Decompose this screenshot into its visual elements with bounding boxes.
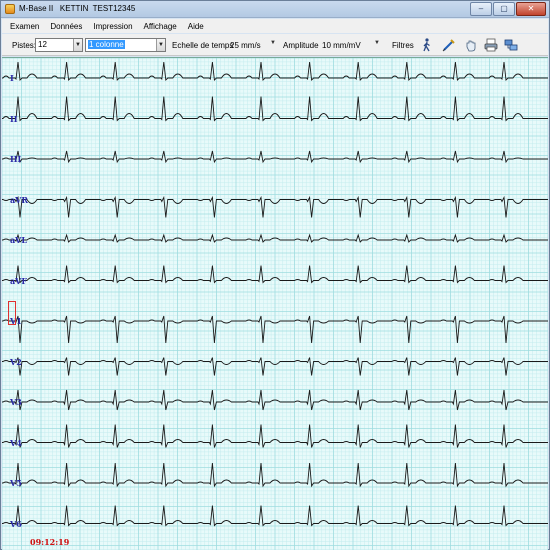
lead-label-avr: aVR — [10, 194, 29, 205]
pistes-label: Pistes: — [12, 41, 37, 50]
lead-label-i: I — [10, 73, 14, 83]
measure-pen-icon[interactable] — [442, 38, 456, 52]
menu-examen[interactable]: Examen — [10, 22, 39, 31]
lead-label-iii: III — [10, 154, 22, 164]
app-window: M-Base II KETTIN TEST12345 – ▢ ✕ Examen … — [0, 0, 550, 550]
lead-label-ii: II — [10, 113, 18, 124]
lead-label-v3: V3 — [10, 397, 22, 407]
echelle-dropdown-icon[interactable]: ▼ — [270, 40, 276, 46]
chevron-down-icon[interactable]: ▼ — [156, 39, 165, 51]
hand-icon[interactable] — [464, 38, 478, 52]
calibration-marker[interactable] — [8, 301, 16, 325]
toolbar: Pistes: 12 ▼ 1 colonne ▼ Echelle de temp… — [2, 34, 548, 56]
window-title: M-Base II KETTIN TEST12345 — [19, 4, 136, 13]
network-icon[interactable] — [504, 38, 518, 52]
ecg-display[interactable]: I II III aVR aVL aVF V1 V2 V3 V4 V5 V6 09:12:19 — [2, 57, 548, 550]
time-stamp: 09:12:19 — [30, 537, 70, 547]
print-icon[interactable] — [484, 38, 498, 52]
walking-person-icon[interactable] — [420, 38, 434, 52]
layout-select[interactable]: 1 colonne ▼ — [85, 38, 166, 52]
minimize-button[interactable]: – — [470, 2, 492, 16]
lead-label-avl: aVL — [10, 235, 28, 245]
lead-label-v4: V4 — [10, 437, 22, 448]
app-logo-icon — [5, 4, 15, 14]
close-icon: ✕ — [527, 4, 535, 13]
title-bar[interactable]: M-Base II KETTIN TEST12345 – ▢ ✕ — [1, 1, 549, 18]
lead-label-avf: aVF — [10, 275, 28, 286]
maximize-icon: ▢ — [500, 4, 508, 13]
maximize-button[interactable]: ▢ — [493, 2, 515, 16]
pistes-select[interactable]: 12 ▼ — [35, 38, 83, 52]
minimize-icon: – — [478, 4, 484, 13]
lead-label-v5: V5 — [10, 478, 22, 488]
menu-affichage[interactable]: Affichage — [144, 22, 177, 31]
pistes-value: 12 — [38, 40, 47, 49]
filtres-label[interactable]: Filtres — [392, 41, 414, 50]
menu-donnees[interactable]: Données — [50, 22, 82, 31]
chevron-down-icon[interactable]: ▼ — [73, 39, 82, 51]
ecg-grid — [2, 58, 548, 550]
layout-value: 1 colonne — [88, 40, 125, 49]
echelle-value[interactable]: 25 mm/s — [230, 41, 261, 50]
amplitude-value[interactable]: 10 mm/mV — [322, 41, 361, 50]
close-button[interactable]: ✕ — [516, 2, 546, 16]
menu-aide[interactable]: Aide — [188, 22, 204, 31]
lead-label-v6: V6 — [10, 518, 22, 529]
amplitude-label: Amplitude — [283, 41, 319, 50]
echelle-label: Echelle de temps — [172, 41, 234, 50]
menu-impression[interactable]: Impression — [93, 22, 132, 31]
lead-label-v2: V2 — [10, 356, 22, 367]
menu-bar: Examen Données Impression Affichage Aide — [2, 19, 548, 33]
amplitude-dropdown-icon[interactable]: ▼ — [374, 40, 380, 46]
